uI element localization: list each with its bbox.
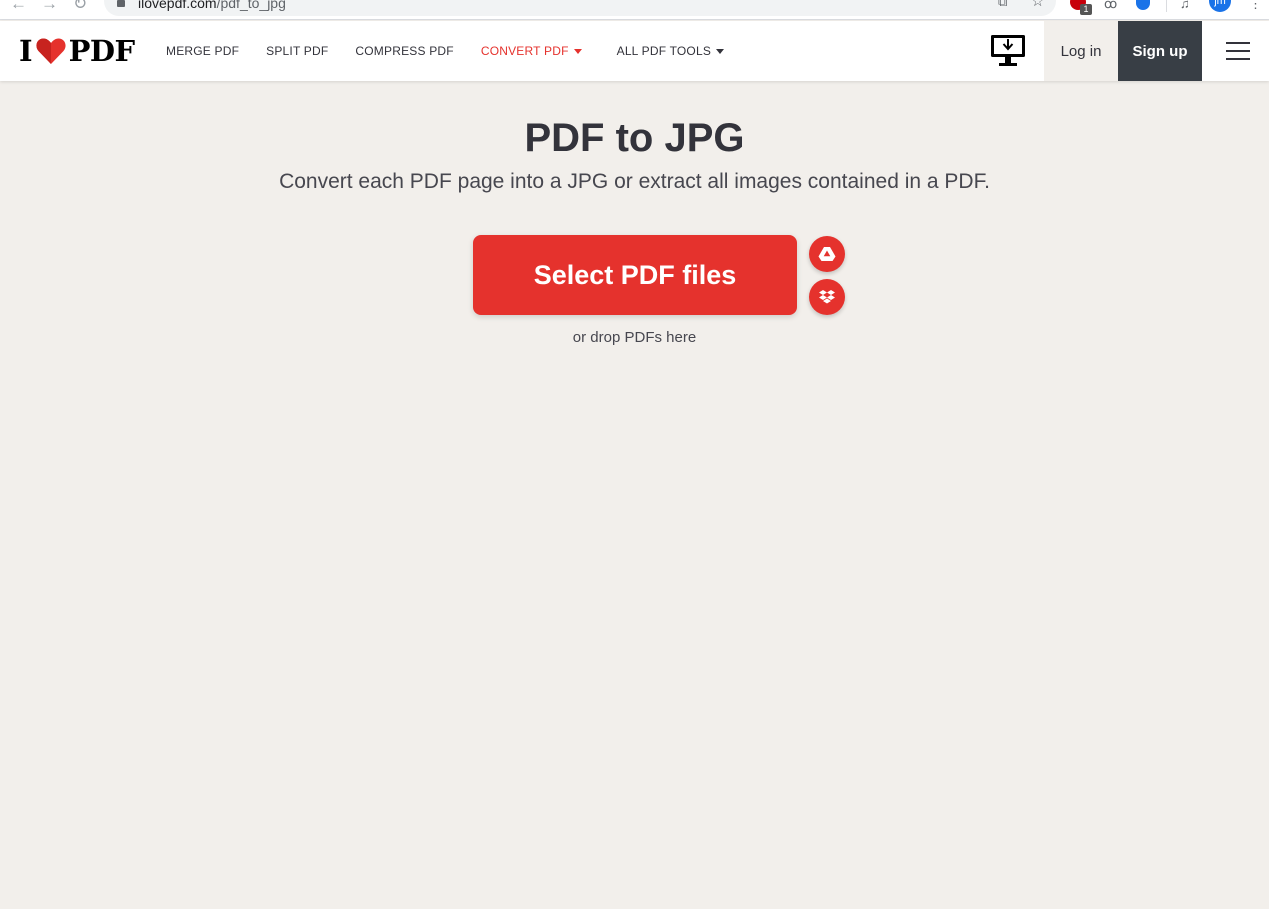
bookmark-star-icon[interactable]: ☆ [1031,0,1044,10]
adblock-badge: 1 [1080,4,1092,15]
lock-icon [117,0,125,7]
logo-letter-i: I [19,33,33,68]
url-text: ilovepdf.com/pdf_to_jpg [138,0,286,11]
select-pdf-files-button[interactable]: Select PDF files [473,235,797,315]
menu-label: ALL PDF TOOLS [616,44,712,58]
google-drive-icon [818,247,836,261]
menu-compress-pdf[interactable]: COMPRESS PDF [355,44,453,58]
desktop-download-icon[interactable] [989,33,1027,69]
hamburger-menu-icon[interactable] [1226,42,1250,60]
forward-arrow-icon[interactable]: → [41,0,58,14]
shield-extension-icon[interactable] [1136,0,1150,10]
extension-icon[interactable]: ꝏ [1104,0,1117,12]
ilovepdf-logo[interactable]: I PDF [19,35,135,67]
menu-split-pdf[interactable]: SPLIT PDF [266,44,328,58]
translate-icon[interactable]: ⧉ [998,0,1007,10]
dropbox-button[interactable] [809,279,845,315]
caret-down-icon [573,48,582,54]
page-title: PDF to JPG [524,116,745,160]
main-menu: MERGE PDF SPLIT PDF COMPRESS PDF CONVERT… [166,21,751,81]
reload-icon[interactable]: ↻ [73,0,87,14]
back-arrow-icon[interactable]: ← [10,0,27,14]
dropbox-icon [819,289,835,303]
browser-chrome: ← → ↻ ilovepdf.com/pdf_to_jpg ⧉ ☆ 1 ꝏ ♫ … [0,0,1269,20]
menu-convert-pdf[interactable]: CONVERT PDF [481,44,582,58]
menu-label: CONVERT PDF [480,44,569,58]
profile-avatar[interactable]: jm [1209,0,1231,12]
site-header: I PDF MERGE PDF SPLIT PDF COMPRESS PDF C… [0,21,1269,81]
media-control-icon[interactable]: ♫ [1180,0,1190,11]
logo-text-pdf: PDF [68,33,136,68]
page-subtitle: Convert each PDF page into a JPG or extr… [279,170,990,193]
signup-button[interactable]: Sign up [1118,21,1202,81]
browser-menu-icon[interactable]: ⋮ [1249,0,1262,12]
address-bar[interactable]: ilovepdf.com/pdf_to_jpg ⧉ ☆ [104,0,1056,16]
heart-icon [36,38,66,64]
menu-all-pdf-tools[interactable]: ALL PDF TOOLS [616,44,725,58]
menu-merge-pdf[interactable]: MERGE PDF [166,44,239,58]
menu-label: SPLIT PDF [266,44,329,58]
google-drive-button[interactable] [809,236,845,272]
menu-label: MERGE PDF [166,44,240,58]
drop-hint-text: or drop PDFs here [572,329,697,346]
menu-label: COMPRESS PDF [355,44,454,58]
caret-down-icon [716,48,725,54]
login-button[interactable]: Log in [1044,21,1118,81]
toolbar-divider [1166,0,1167,12]
